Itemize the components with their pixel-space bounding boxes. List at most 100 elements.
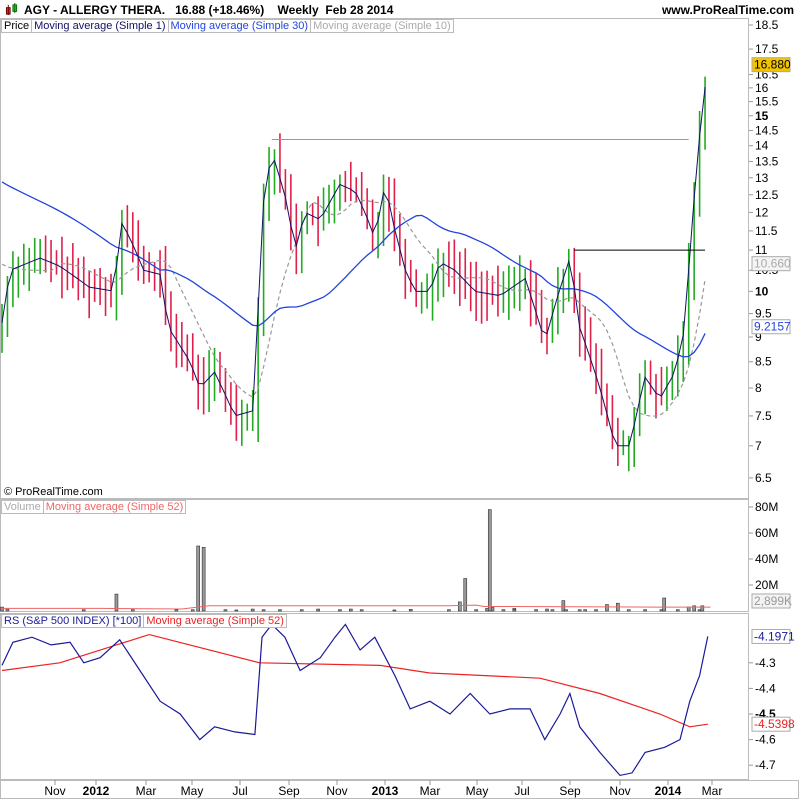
rs-tick-label: -4.4 (755, 681, 776, 695)
price-tick-label: 13 (755, 171, 769, 185)
rs-ma-line (1, 633, 708, 728)
volume-bar (190, 609, 195, 612)
volume-bar (501, 609, 506, 612)
volume-bar (261, 609, 266, 612)
ma30-line (1, 181, 706, 358)
volume-bar (392, 609, 397, 612)
volume-bar (408, 609, 413, 612)
price-tick-label: 14 (755, 139, 769, 153)
price-tick-label: 10 (755, 284, 769, 298)
volume-bar (662, 597, 666, 612)
volume-ma-line (2, 604, 711, 610)
volume-bar (447, 609, 451, 612)
legend-volume-ma[interactable]: Moving average (Simple 52) (44, 501, 186, 513)
volume-bar (686, 606, 691, 612)
volume-bar (338, 609, 342, 612)
volume-bar (223, 609, 228, 612)
volume-bar (577, 609, 582, 612)
volume-legend: Volume Moving average (Simple 52) (1, 500, 187, 514)
volume-bar (474, 609, 478, 612)
price-tick-label: 9.5 (755, 307, 772, 321)
volume-bar (201, 546, 206, 612)
rs-tick-label: -4.6 (755, 733, 776, 747)
legend-ma30[interactable]: Moving average (Simple 30) (169, 20, 312, 32)
time-tick-label: Mar (136, 784, 157, 798)
price-tick-label: 18.5 (755, 18, 779, 32)
volume-bar (545, 608, 549, 612)
volume-bar (463, 578, 468, 612)
volume-tick-label: 20M (755, 578, 778, 592)
volume-bar (5, 608, 10, 612)
volume-tick-label: 60M (755, 526, 778, 540)
ma10-value-tag: 10.660 (754, 257, 791, 271)
time-tick-label: 2013 (372, 784, 399, 798)
time-tick-label: May (466, 784, 489, 798)
legend-ma10[interactable]: Moving average (Simple 10) (311, 20, 453, 32)
time-tick-label: 2014 (655, 784, 682, 798)
price-tick-label: 16 (755, 81, 769, 95)
volume-bar (550, 609, 555, 612)
price-tick-label: 14.5 (755, 123, 779, 137)
rs-ma-last-tag: -4.5398 (754, 717, 795, 731)
time-tick-label: Nov (326, 784, 347, 798)
time-tick-label: 2012 (83, 784, 110, 798)
volume-bar (316, 608, 320, 612)
volume-panel-frame (0, 499, 749, 612)
volume-last-tag: 2,899K (754, 594, 792, 608)
volume-bar (278, 609, 282, 612)
time-tick-label: Nov (44, 784, 65, 798)
time-tick-label: Sep (559, 784, 581, 798)
legend-volume[interactable]: Volume (2, 501, 44, 513)
price-tick-label: 12.5 (755, 188, 779, 202)
legend-rs-ma[interactable]: Moving average (Simple 52) (144, 615, 286, 627)
rs-tick-label: -4.7 (755, 758, 776, 772)
time-tick-label: May (181, 784, 204, 798)
rs-panel-frame (0, 613, 749, 780)
volume-bar (131, 609, 135, 612)
volume-bar (605, 604, 609, 612)
rs-legend: RS (S&P 500 INDEX) [*100] Moving average… (1, 614, 287, 628)
price-tick-label: 15 (755, 109, 769, 123)
volume-bar (594, 609, 598, 612)
volume-bar (348, 608, 353, 612)
time-tick-label: Sep (278, 784, 300, 798)
volume-bar (534, 609, 538, 612)
legend-ma1[interactable]: Moving average (Simple 1) (32, 20, 169, 32)
price-legend: Price Moving average (Simple 1) Moving a… (1, 19, 454, 33)
volume-bar (234, 609, 239, 612)
price-tick-label: 17.5 (755, 42, 779, 56)
last-price-tag: 16.880 (754, 58, 791, 72)
legend-price[interactable]: Price (2, 20, 33, 32)
price-tick-label: 11.5 (755, 224, 778, 238)
volume-bar (250, 608, 255, 612)
volume-bar (692, 605, 696, 612)
rs-tick-label: -4.3 (755, 656, 776, 670)
time-tick-label: Mar (702, 784, 723, 798)
volume-bar (675, 609, 680, 612)
ma30-value-tag: 9.2157 (754, 320, 791, 334)
price-tick-label: 12 (755, 205, 769, 219)
price-panel-frame (0, 18, 749, 499)
price-tick-label: 7.5 (755, 409, 772, 423)
price-tick-label: 7 (755, 439, 762, 453)
volume-bar (174, 609, 179, 612)
price-tick-label: 11 (755, 243, 768, 257)
volume-bar (359, 609, 364, 612)
volume-bar (196, 545, 200, 612)
volume-tick-label: 40M (755, 552, 778, 566)
legend-rs[interactable]: RS (S&P 500 INDEX) [*100] (2, 615, 145, 627)
volume-bar (81, 609, 86, 612)
volume-bar (457, 601, 462, 612)
time-tick-label: Nov (609, 784, 630, 798)
chart-canvas[interactable]: 18.517.516.51615.51514.51413.51312.51211… (0, 0, 800, 800)
time-tick-label: Jul (232, 784, 247, 798)
price-tick-label: 6.5 (755, 471, 772, 485)
time-tick-label: Jul (514, 784, 529, 798)
volume-bar (583, 609, 587, 612)
volume-tick-label: 80M (755, 500, 778, 514)
rs-last-tag: -4.1971 (754, 629, 795, 643)
volume-bar (643, 609, 647, 612)
volume-bar (299, 609, 304, 612)
volume-bar (487, 509, 492, 612)
volume-bar (700, 605, 705, 612)
